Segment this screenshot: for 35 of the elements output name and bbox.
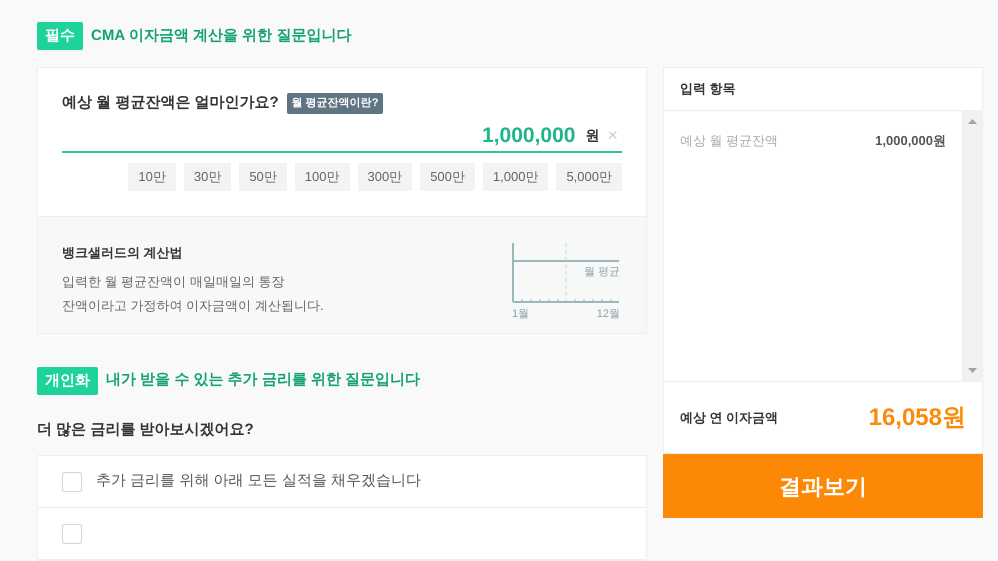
section-badge: 필수: [37, 22, 83, 50]
preset-amount-button[interactable]: 100만: [294, 162, 350, 190]
checkbox[interactable]: [62, 472, 82, 492]
preset-amount-button[interactable]: 50만: [239, 162, 287, 190]
unit-label: 원: [585, 126, 600, 145]
section-title: CMA 이자금액 계산을 위한 질문입니다: [91, 26, 352, 46]
preset-amount-button[interactable]: 5,000만: [556, 162, 622, 190]
result-label: 예상 연 이자금액: [680, 408, 778, 427]
summary-item-value: 1,000,000원: [875, 132, 946, 150]
method-description: 입력한 월 평균잔액이 매일매일의 통장: [62, 273, 286, 292]
preset-amount-button[interactable]: 30만: [184, 162, 232, 190]
method-title: 뱅크샐러드의 계산법: [62, 244, 184, 262]
result-value: 16,058원: [868, 402, 966, 432]
summary-item-name: 예상 월 평균잔액: [680, 132, 778, 150]
method-description: 잔액이라고 가정하여 이자금액이 계산됩니다.: [62, 296, 324, 315]
scrollbar[interactable]: [962, 111, 982, 381]
question-label: 예상 월 평균잔액은 얼마인가요?: [62, 93, 279, 113]
scroll-up-icon[interactable]: [968, 119, 976, 124]
summary-title: 입력 항목: [680, 80, 736, 98]
option-label: 추가 금리를 위해 아래 모든 실적을 채우겠습니다: [96, 471, 422, 492]
chart-line-label: 월 평균: [584, 264, 620, 280]
amount-value: 1,000,000: [482, 122, 576, 149]
question-label: 더 많은 금리를 받아보시겠어요?: [37, 420, 255, 440]
help-tag[interactable]: 월 평균잔액이란?: [286, 93, 384, 114]
amount-field[interactable]: 1,000,000 원 ×: [62, 120, 622, 152]
preset-amount-button[interactable]: 1,000만: [482, 162, 548, 190]
section-title: 내가 받을 수 있는 추가 금리를 위한 질문입니다: [106, 370, 420, 390]
chart-start-label: 1월: [512, 306, 530, 322]
preset-amount-button[interactable]: 10만: [128, 162, 176, 190]
chart-end-label: 12월: [596, 306, 620, 322]
checkbox[interactable]: [62, 524, 82, 544]
section-badge: 개인화: [37, 366, 98, 394]
preset-amount-button[interactable]: 500만: [420, 162, 475, 190]
scroll-down-icon[interactable]: [968, 368, 976, 373]
preset-amount-button[interactable]: 300만: [358, 162, 412, 190]
